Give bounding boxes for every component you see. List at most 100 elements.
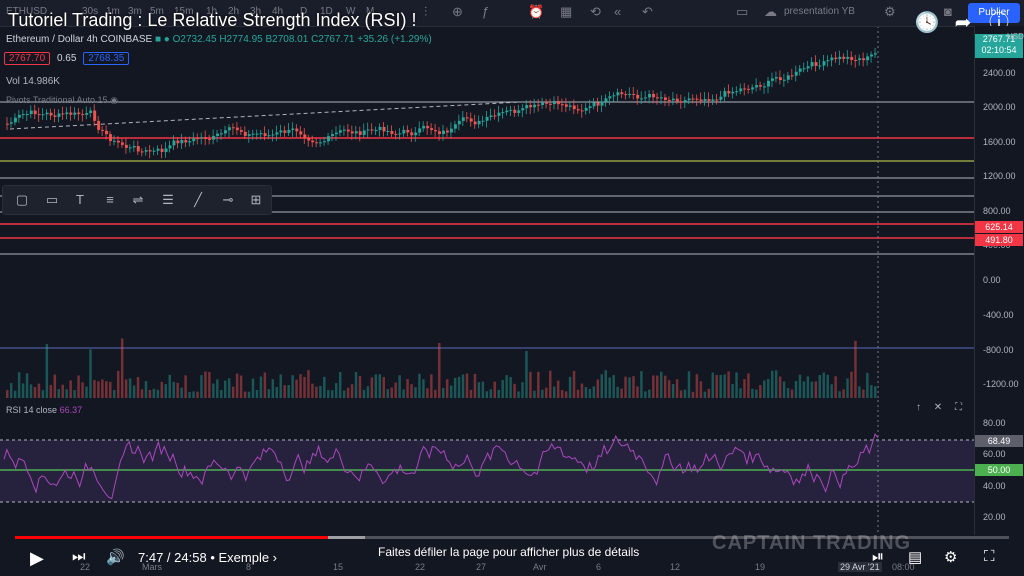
volume-bar: [283, 385, 286, 398]
autoplay-toggle-icon[interactable]: ⏯: [872, 548, 884, 565]
currency-label[interactable]: USD: [1007, 32, 1024, 41]
volume-bar: [97, 381, 100, 398]
horizontal-ray-icon[interactable]: ⊸: [217, 192, 239, 208]
volume-bar: [822, 372, 825, 398]
price-label-minus-400: -400.00: [983, 310, 1014, 320]
volume-bar: [263, 372, 267, 398]
close-pane-icon[interactable]: ✕: [934, 402, 942, 413]
volume-bar: [457, 376, 461, 398]
rsi-mid-tag: 50.00: [975, 464, 1023, 476]
volume-bar: [9, 383, 13, 398]
settings-icon[interactable]: ⚙: [944, 548, 957, 566]
candle-body: [759, 85, 763, 87]
cloud-icon[interactable]: ☁: [764, 4, 777, 20]
volume-bar: [295, 379, 298, 398]
maximize-pane-icon[interactable]: ⛶: [955, 402, 962, 413]
volume-bar: [703, 391, 707, 398]
volume-bar: [358, 376, 362, 398]
candle-body: [69, 112, 73, 115]
volume-bar: [438, 342, 441, 398]
fullscreen-icon[interactable]: ⛶: [984, 548, 995, 565]
candle-body: [255, 133, 259, 135]
volume-bar: [235, 373, 239, 398]
play-icon[interactable]: ▶: [30, 548, 44, 569]
replay-icon[interactable]: ⟲: [590, 4, 601, 20]
subtitles-icon[interactable]: ▤: [908, 548, 922, 566]
buy-price[interactable]: 2768.35: [83, 52, 130, 65]
undo-icon[interactable]: ↶: [642, 4, 653, 20]
volume-legend: Vol 14.986K: [6, 76, 60, 87]
candle-body: [687, 98, 691, 101]
video-title[interactable]: Tutoriel Trading : Le Relative Strength …: [8, 10, 417, 31]
candle-body: [596, 102, 600, 106]
volume-bar: [874, 386, 877, 398]
volume-bar: [564, 391, 568, 398]
price-scale[interactable]: 2767.71 02:10:54 USD 2400.00 2000.00 160…: [974, 26, 1024, 400]
spread-value: 0.65: [56, 53, 77, 64]
volume-bar: [319, 385, 322, 398]
candle-body: [485, 116, 489, 121]
settings-gear-icon[interactable]: ⚙: [884, 4, 896, 20]
volume-icon[interactable]: 🔊: [106, 548, 125, 566]
rsi-scale: 80.00 60.00 40.00 20.00 68.49 50.00: [974, 400, 1024, 535]
next-icon[interactable]: ⏭: [72, 548, 86, 565]
callout-icon[interactable]: ▭: [41, 192, 63, 208]
candle-body: [675, 98, 679, 102]
pair-name[interactable]: Ethereum / Dollar: [6, 34, 84, 45]
volume-bar: [667, 380, 671, 398]
volume-bar: [854, 340, 857, 398]
share-icon[interactable]: ➦: [950, 10, 976, 36]
watch-later-icon[interactable]: 🕓: [914, 10, 940, 36]
fib-channel-icon[interactable]: ⇌: [127, 192, 149, 208]
volume-bar: [299, 374, 302, 398]
rewind-icon[interactable]: «: [614, 4, 621, 19]
volume-bar: [227, 378, 231, 398]
volume-bar: [604, 370, 607, 398]
volume-bar: [505, 375, 508, 398]
indicators-icon[interactable]: ƒ: [482, 4, 489, 19]
candle-body: [822, 61, 826, 66]
candle-body: [188, 141, 192, 143]
trendline-icon[interactable]: ╱: [187, 192, 209, 208]
bid-ask-row: 2767.70 0.65 2768.35: [4, 52, 130, 65]
volume-bar: [838, 391, 841, 398]
red-level-tag-1: 625.14: [975, 221, 1023, 233]
crosshair-grid-icon[interactable]: ⊞: [245, 192, 267, 208]
candle-body: [49, 112, 53, 116]
chapter-title[interactable]: Exemple: [218, 550, 269, 565]
candle-body: [279, 130, 283, 133]
sell-price[interactable]: 2767.70: [4, 52, 51, 65]
fib-icon[interactable]: ≡: [99, 192, 121, 208]
alert-icon[interactable]: ⏰: [528, 4, 544, 20]
volume-bar: [493, 381, 496, 398]
volume-bar: [517, 391, 520, 398]
volume-bar: [93, 380, 96, 398]
candle-body: [101, 129, 105, 131]
candle-body: [624, 94, 628, 96]
volume-bar: [140, 389, 144, 398]
video-progress-bar[interactable]: [15, 536, 1009, 539]
layout-icon[interactable]: ▭: [736, 4, 748, 20]
layout-name[interactable]: presentation YB: [784, 6, 855, 17]
xaxis-label: 15: [333, 562, 344, 572]
volume-bar: [334, 383, 338, 398]
candle-body: [493, 115, 497, 117]
lines-icon[interactable]: ☰: [157, 192, 179, 208]
add-indicator-icon[interactable]: ⊕: [452, 4, 463, 20]
volume-bar: [45, 344, 49, 398]
move-pane-up-icon[interactable]: ↑: [916, 402, 921, 413]
candle-body: [830, 57, 834, 61]
candle-body: [192, 138, 196, 142]
rectangle-icon[interactable]: ▢: [11, 192, 33, 208]
candle-body: [402, 129, 406, 134]
candle-body: [271, 134, 275, 136]
templates-icon[interactable]: ▦: [560, 4, 572, 20]
candle-body: [588, 106, 592, 108]
eye-icon[interactable]: ◉: [110, 95, 118, 105]
volume-bar: [723, 374, 726, 398]
compare-icon[interactable]: ⫶: [424, 4, 427, 20]
rsi-pane[interactable]: [0, 400, 974, 535]
text-icon[interactable]: T: [69, 192, 91, 208]
volume-bar: [434, 389, 437, 398]
volume-bar: [786, 387, 790, 398]
